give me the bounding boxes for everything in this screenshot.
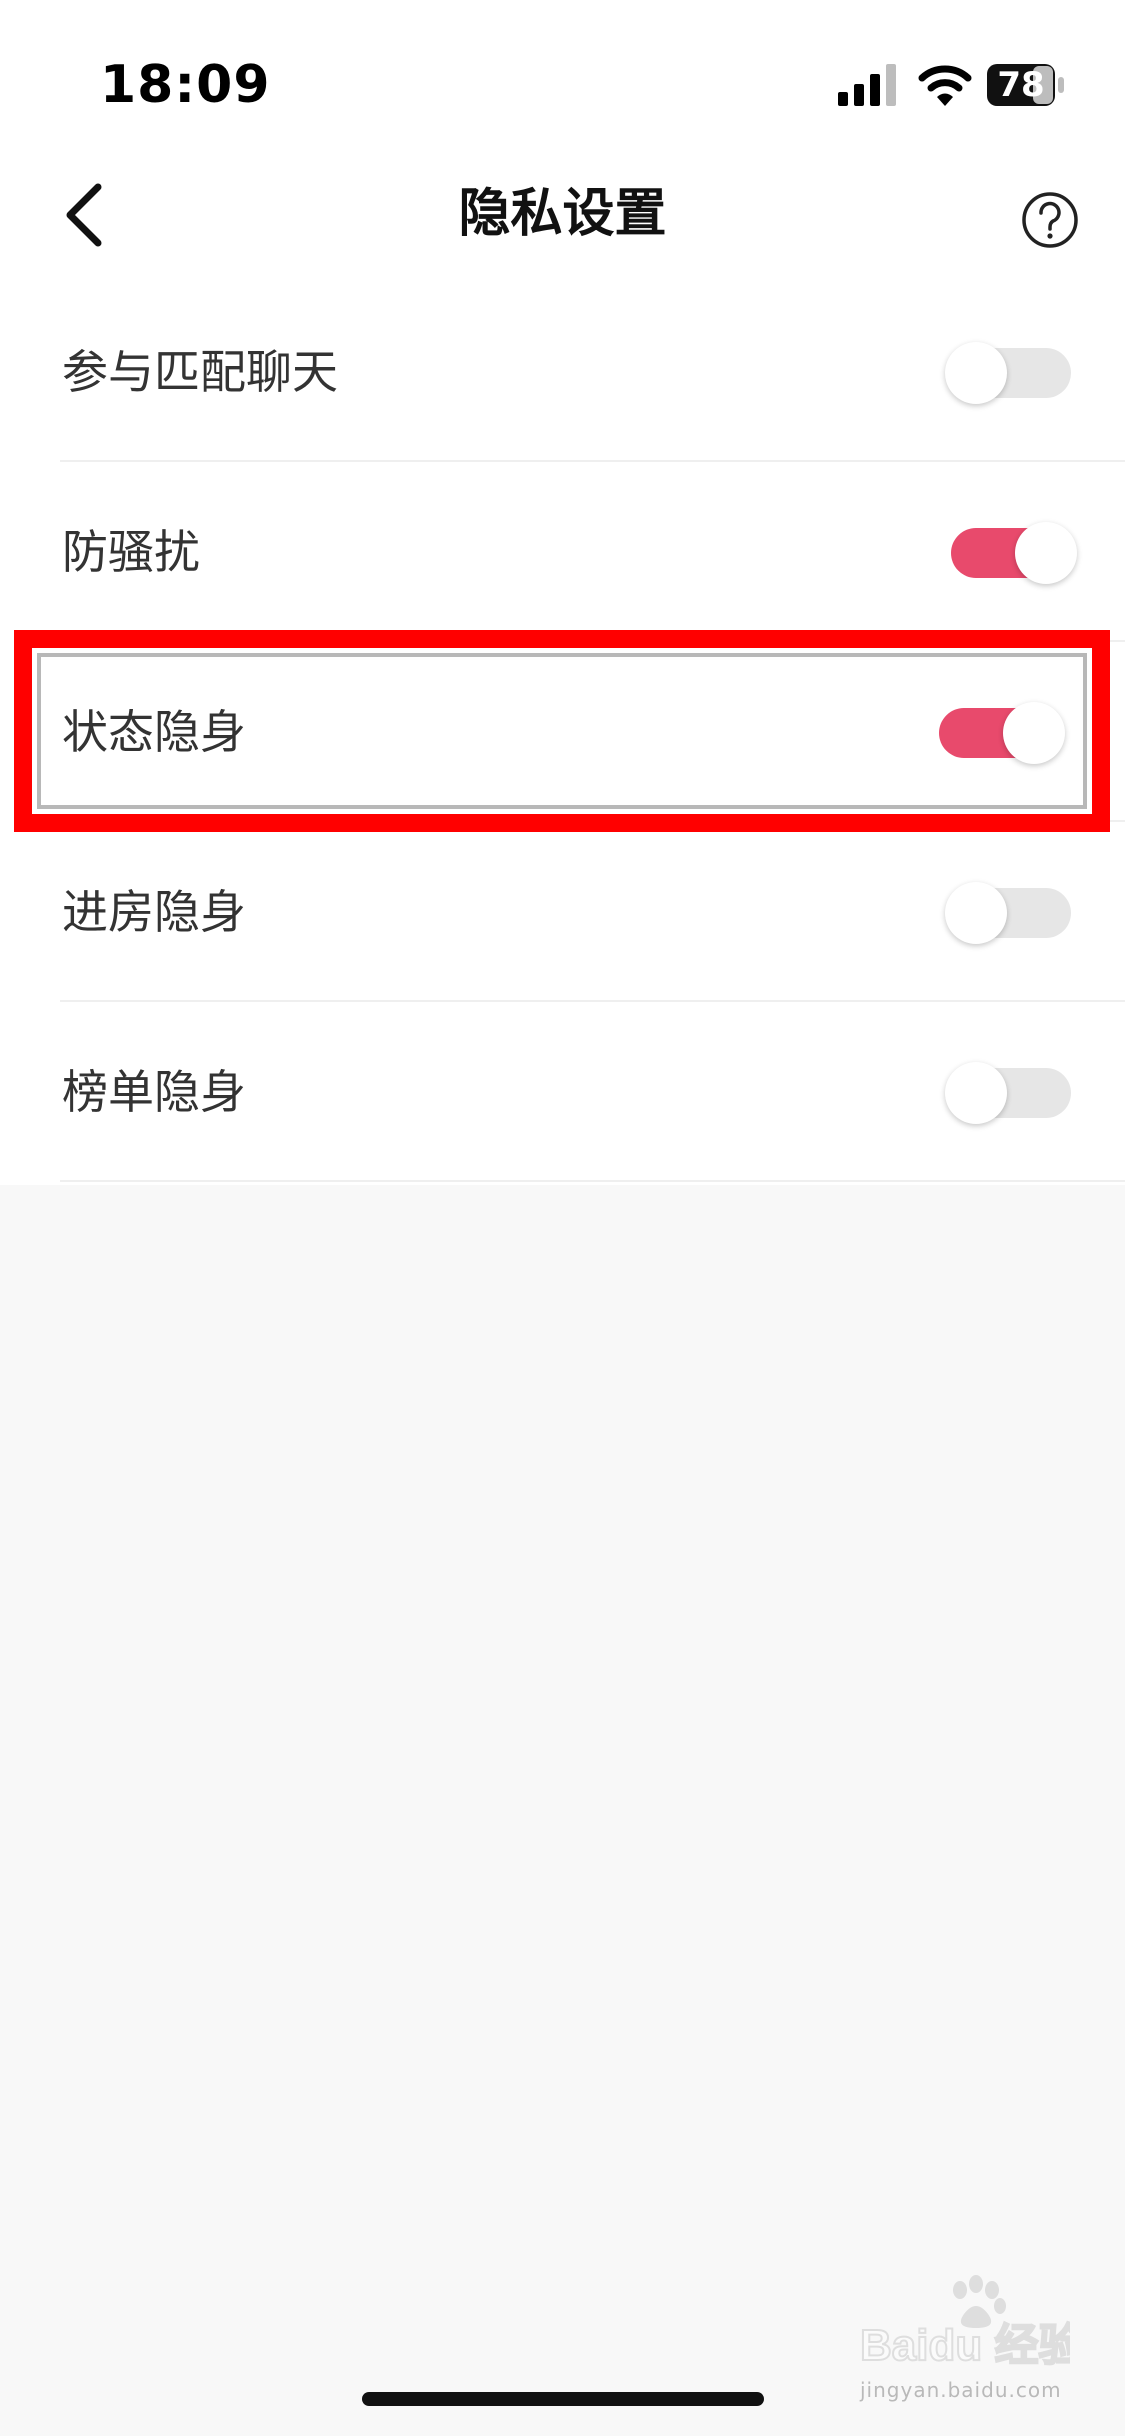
battery-level-text: 78 bbox=[997, 65, 1045, 105]
watermark-subtext: jingyan.baidu.com bbox=[860, 2378, 1062, 2402]
toggle-knob bbox=[945, 342, 1007, 404]
setting-label: 参与匹配聊天 bbox=[62, 345, 338, 399]
setting-row-ranking-invisible: 榜单隐身 bbox=[0, 1002, 1125, 1182]
baidu-jingyan-watermark-icon: Baidu 经验 bbox=[860, 2275, 1070, 2371]
setting-row-room-invisible: 进房隐身 bbox=[0, 822, 1125, 1002]
divider bbox=[60, 1180, 1125, 1182]
help-circle-icon bbox=[1022, 192, 1078, 248]
toggle-knob bbox=[945, 882, 1007, 944]
setting-row-anti-harassment: 防骚扰 bbox=[0, 462, 1125, 642]
setting-label: 进房隐身 bbox=[62, 885, 246, 939]
page-title: 隐私设置 bbox=[458, 184, 667, 244]
cellular-signal-icon bbox=[838, 64, 896, 106]
watermark-text: Baidu 经验 bbox=[860, 2321, 1070, 2370]
anti-harassment-toggle[interactable] bbox=[951, 522, 1077, 584]
setting-label: 防骚扰 bbox=[62, 525, 200, 579]
toggle-knob bbox=[1015, 522, 1077, 584]
nav-bar: 隐私设置 bbox=[0, 160, 1125, 270]
help-button[interactable] bbox=[1020, 190, 1080, 250]
status-time: 18:09 bbox=[100, 55, 271, 115]
setting-label: 榜单隐身 bbox=[62, 1065, 246, 1119]
home-indicator bbox=[362, 2392, 764, 2406]
wifi-icon bbox=[918, 65, 972, 106]
match-chat-toggle[interactable] bbox=[945, 342, 1071, 404]
ranking-invisible-toggle[interactable] bbox=[945, 1062, 1071, 1124]
status-bar: 18:09 78 bbox=[0, 0, 1125, 160]
highlight-frame bbox=[14, 630, 1110, 832]
room-invisible-toggle[interactable] bbox=[945, 882, 1071, 944]
toggle-knob bbox=[945, 1062, 1007, 1124]
setting-row-match-chat: 参与匹配聊天 bbox=[0, 282, 1125, 462]
